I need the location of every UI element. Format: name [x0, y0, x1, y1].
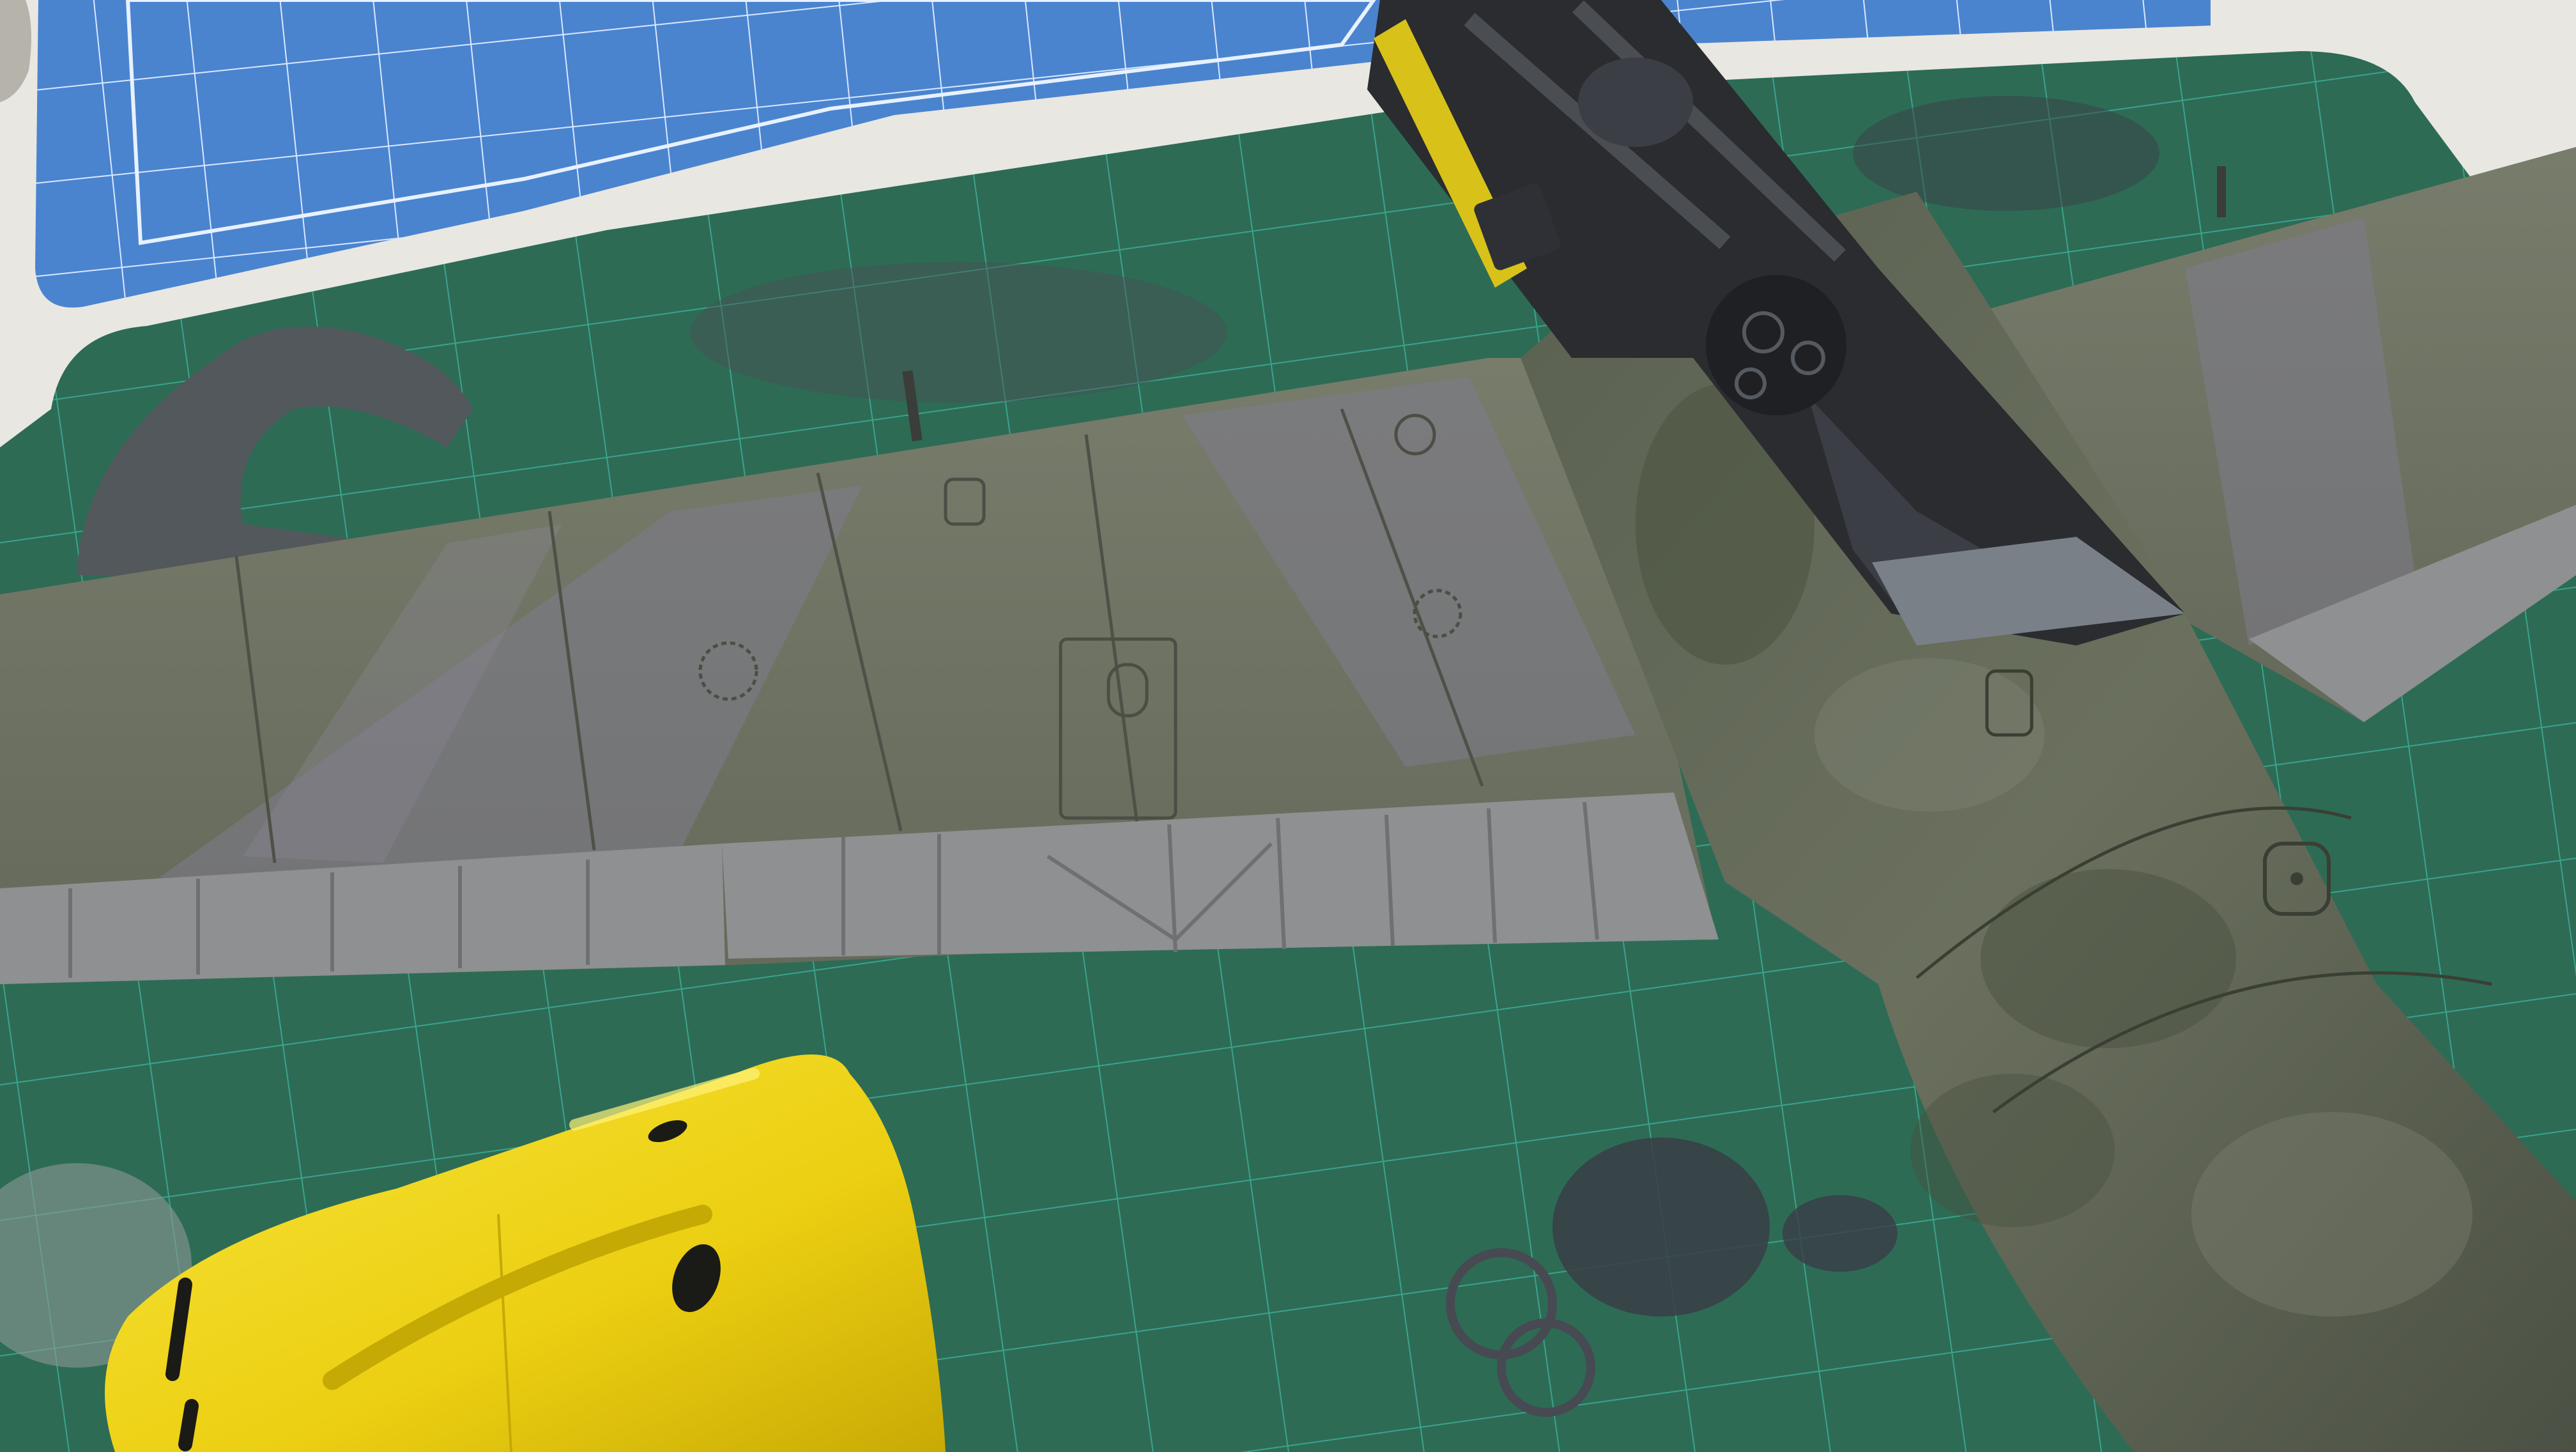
model-aircraft-photo [0, 0, 2576, 1452]
paint-stain [690, 262, 1227, 403]
paint-stain [1782, 1195, 1897, 1272]
paint-stain [1552, 1138, 1770, 1317]
paint-stain [1853, 96, 2159, 211]
